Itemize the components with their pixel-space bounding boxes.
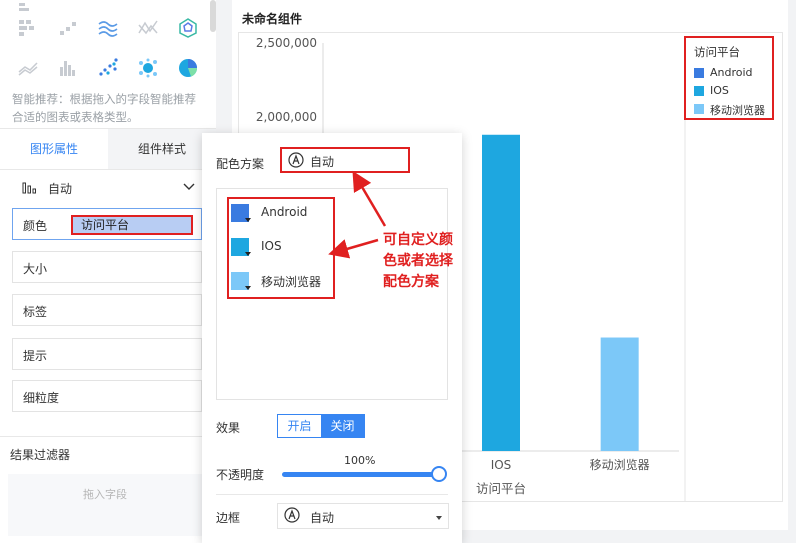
filter-placeholder: 拖入字段 bbox=[83, 488, 127, 501]
chart-type-label: 自动 bbox=[48, 182, 73, 196]
color-field-chip[interactable]: 访问平台 bbox=[71, 215, 193, 235]
border-select[interactable]: 自动 bbox=[277, 503, 449, 529]
tooltip-property-row[interactable]: 提示 bbox=[12, 338, 202, 370]
effect-on-button[interactable]: 开启 bbox=[278, 415, 321, 437]
swatch-label: IOS bbox=[261, 239, 282, 253]
stacked-bar-icon[interactable] bbox=[16, 0, 40, 14]
scheme-select[interactable]: 自动 bbox=[280, 147, 410, 173]
legend-label: 移动浏览器 bbox=[710, 104, 765, 117]
bar-group-icon[interactable] bbox=[56, 56, 80, 80]
swatch-panel: Android IOS 移动浏览器 bbox=[216, 188, 448, 400]
color-scheme-popup: 配色方案 自动 Android IOS 移动浏览器 效果 开启 关闭 不透明度 … bbox=[202, 133, 462, 543]
label-label: 标签 bbox=[23, 305, 48, 319]
result-filter-title: 结果过滤器 bbox=[10, 448, 71, 462]
y-tick-label: 2,000,000 bbox=[256, 110, 317, 124]
legend-swatch bbox=[694, 86, 704, 96]
slider-handle[interactable] bbox=[431, 466, 447, 482]
filter-drop-zone[interactable]: 拖入字段 bbox=[8, 474, 202, 536]
bubble-icon[interactable] bbox=[136, 56, 160, 80]
smart-recommend-hint: 智能推荐：根据拖入的字段智能推荐合适的图表或表格类型。 bbox=[12, 92, 196, 124]
y-tick-label: 2,500,000 bbox=[256, 36, 317, 50]
opacity-value: 100% bbox=[344, 454, 376, 467]
broken-line-icon[interactable] bbox=[136, 16, 160, 40]
label-property-row[interactable]: 标签 bbox=[12, 294, 202, 326]
annotation-text: 可自定义颜色或者选择配色方案 bbox=[383, 232, 453, 290]
dropdown-caret-icon bbox=[245, 252, 251, 256]
x-tick-label: IOS bbox=[491, 458, 512, 472]
auto-icon bbox=[284, 507, 300, 523]
chevron-down-icon bbox=[183, 183, 195, 190]
scheme-value: 自动 bbox=[310, 155, 335, 169]
granularity-property-row[interactable]: 细粒度 bbox=[12, 380, 202, 412]
bar-grid-icon[interactable] bbox=[16, 16, 40, 40]
caret-down-icon bbox=[436, 516, 442, 520]
dropdown-caret-icon bbox=[245, 286, 251, 290]
property-tabs: 图形属性 组件样式 bbox=[0, 128, 216, 170]
tooltip-label: 提示 bbox=[23, 349, 48, 363]
scatter-small-icon[interactable] bbox=[56, 16, 80, 40]
border-value: 自动 bbox=[310, 511, 335, 525]
x-tick-label: 移动浏览器 bbox=[590, 457, 650, 472]
chart-legend: 访问平台 Android IOS 移动浏览器 bbox=[684, 36, 774, 120]
legend-label: IOS bbox=[710, 84, 729, 97]
effect-off-button[interactable]: 关闭 bbox=[321, 415, 364, 437]
widget-title[interactable]: 未命名组件 bbox=[242, 10, 302, 27]
legend-title: 访问平台 bbox=[694, 45, 740, 59]
bar-chart-icon bbox=[22, 182, 36, 194]
left-panel: 智能推荐：根据拖入的字段智能推荐合适的图表或表格类型。 图形属性 组件样式 自动… bbox=[0, 0, 216, 543]
divider bbox=[0, 436, 216, 437]
auto-icon bbox=[288, 152, 304, 168]
legend-swatch bbox=[694, 104, 704, 114]
radar-icon[interactable] bbox=[176, 16, 200, 40]
legend-label: Android bbox=[710, 66, 753, 79]
dot-scatter-icon[interactable] bbox=[96, 56, 120, 80]
effect-toggle[interactable]: 开启 关闭 bbox=[277, 414, 365, 438]
swatch-label: 移动浏览器 bbox=[261, 275, 322, 289]
granularity-label: 细粒度 bbox=[23, 391, 60, 405]
scheme-label: 配色方案 bbox=[216, 157, 265, 171]
dropdown-caret-icon bbox=[245, 218, 251, 222]
effect-label: 效果 bbox=[216, 421, 241, 435]
area-line-icon[interactable] bbox=[16, 56, 40, 80]
size-property-row[interactable]: 大小 bbox=[12, 251, 202, 283]
bar-IOS bbox=[482, 134, 520, 451]
opacity-slider[interactable] bbox=[282, 472, 438, 477]
opacity-label: 不透明度 bbox=[216, 468, 265, 482]
size-label: 大小 bbox=[23, 262, 48, 276]
pie-icon[interactable] bbox=[176, 56, 200, 80]
multi-line-icon[interactable] bbox=[96, 16, 120, 40]
divider bbox=[216, 494, 448, 495]
legend-swatch bbox=[694, 68, 704, 78]
swatch-label: Android bbox=[261, 205, 308, 219]
x-axis-title: 访问平台 bbox=[476, 481, 526, 496]
bar-移动浏览器 bbox=[600, 337, 639, 451]
color-property-row[interactable]: 颜色 访问平台 bbox=[12, 208, 202, 240]
tab-component-style[interactable]: 组件样式 bbox=[108, 129, 216, 169]
chart-type-select[interactable]: 自动 bbox=[12, 176, 202, 200]
border-label: 边框 bbox=[216, 511, 241, 525]
color-label: 颜色 bbox=[23, 219, 48, 233]
scrollbar[interactable] bbox=[210, 0, 216, 32]
tab-shape-properties[interactable]: 图形属性 bbox=[0, 129, 108, 169]
